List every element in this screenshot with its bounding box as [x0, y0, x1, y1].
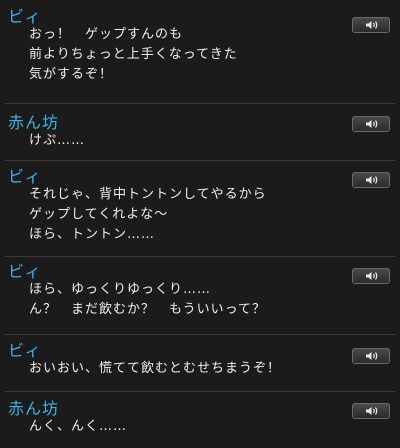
- speaker-name: 赤ん坊: [8, 399, 60, 418]
- divider: [4, 160, 396, 161]
- voice-replay-button[interactable]: [352, 17, 390, 33]
- voice-replay-button[interactable]: [352, 116, 390, 132]
- speaker-icon: [366, 352, 378, 360]
- dialogue-text: んく、んく……: [29, 417, 127, 437]
- speaker-icon: [366, 176, 378, 184]
- voice-replay-button[interactable]: [352, 172, 390, 188]
- log-entry: ビィ ほら、ゆっくりゆっくり…… ん？ まだ飲むか？ もういいって？: [0, 263, 400, 335]
- log-entry: 赤ん坊 けぷ……: [0, 114, 400, 164]
- voice-replay-button[interactable]: [352, 268, 390, 284]
- dialogue-text: けぷ……: [29, 131, 85, 151]
- dialogue-line: 前よりちょっと上手くなってきた: [29, 47, 238, 62]
- speaker-name: ビィ: [8, 262, 42, 281]
- backlog-panel[interactable]: ビィ おっ！ ゲップすんのも 前よりちょっと上手くなってきた 気がするぞ！ 赤ん…: [0, 0, 400, 448]
- speaker-name: ビィ: [8, 7, 42, 26]
- dialogue-line: おっ！ ゲップすんのも: [29, 27, 184, 42]
- log-entry: ビィ おっ！ ゲップすんのも 前よりちょっと上手くなってきた 気がするぞ！: [0, 8, 400, 104]
- dialogue-text: おっ！ ゲップすんのも 前よりちょっと上手くなってきた 気がするぞ！: [29, 25, 238, 85]
- speaker-name: ビィ: [8, 341, 42, 360]
- divider: [4, 103, 396, 104]
- dialogue-line: それじゃ、背中トントンしてやるから: [29, 187, 267, 202]
- dialogue-text: ほら、ゆっくりゆっくり…… ん？ まだ飲むか？ もういいって？: [29, 280, 266, 320]
- speaker-name: 赤ん坊: [8, 113, 60, 132]
- dialogue-line: んく、んく……: [29, 419, 128, 434]
- dialogue-line: おいおい、慌てて飲むとむせちまうぞ！: [29, 361, 282, 376]
- dialogue-text: おいおい、慌てて飲むとむせちまうぞ！: [29, 359, 281, 379]
- divider: [4, 334, 396, 335]
- dialogue-line: ん？ まだ飲むか？ もういいって？: [29, 302, 266, 317]
- log-entry: 赤ん坊 んく、んく……: [0, 400, 400, 448]
- speaker-icon: [366, 407, 378, 415]
- speaker-name: ビィ: [8, 167, 42, 186]
- divider: [4, 391, 396, 392]
- dialogue-line: ほら、ゆっくりゆっくり……: [29, 282, 212, 297]
- speaker-icon: [366, 272, 378, 280]
- dialogue-line: けぷ……: [29, 133, 86, 148]
- speaker-icon: [366, 120, 378, 128]
- dialogue-line: ゲップしてくれよな～: [29, 207, 169, 222]
- log-entry: ビィ おいおい、慌てて飲むとむせちまうぞ！: [0, 342, 400, 394]
- log-entry: ビィ それじゃ、背中トントンしてやるから ゲップしてくれよな～ ほら、トントン……: [0, 168, 400, 260]
- voice-replay-button[interactable]: [352, 348, 390, 364]
- voice-replay-button[interactable]: [352, 403, 390, 419]
- dialogue-line: ほら、トントン……: [29, 227, 156, 242]
- dialogue-text: それじゃ、背中トントンしてやるから ゲップしてくれよな～ ほら、トントン……: [29, 185, 267, 245]
- speaker-icon: [366, 21, 378, 29]
- divider: [4, 256, 396, 257]
- dialogue-line: 気がするぞ！: [29, 67, 114, 82]
